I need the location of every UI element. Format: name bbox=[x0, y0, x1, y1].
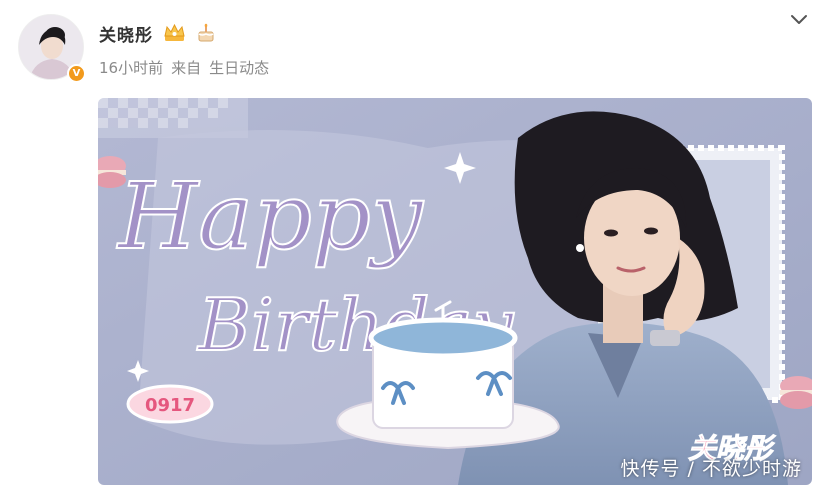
crown-badge-icon[interactable] bbox=[163, 23, 186, 43]
author-name[interactable]: 关晓彤 bbox=[99, 21, 153, 46]
source-prefix: 来自 bbox=[171, 59, 202, 77]
source-name[interactable]: 生日动态 bbox=[209, 57, 269, 78]
date-badge: 0917 bbox=[126, 384, 214, 424]
date-badge-text: 0917 bbox=[145, 395, 195, 416]
chevron-down-icon[interactable] bbox=[789, 12, 809, 28]
post-time[interactable]: 16小时前 bbox=[99, 57, 163, 78]
headline-happy: Happy bbox=[116, 163, 424, 270]
verified-badge-icon: V bbox=[67, 64, 86, 83]
macaron-right-icon bbox=[780, 376, 812, 409]
post-meta: 16小时前 来自 生日动态 bbox=[99, 57, 269, 78]
cake-badge-icon[interactable] bbox=[196, 23, 216, 43]
watermark-text: 快传号 / 不欲少时游 bbox=[620, 458, 802, 480]
post-image[interactable]: Happy Birthday 0917 关晓彤 快传号 / 不欲少时游 bbox=[98, 98, 812, 485]
